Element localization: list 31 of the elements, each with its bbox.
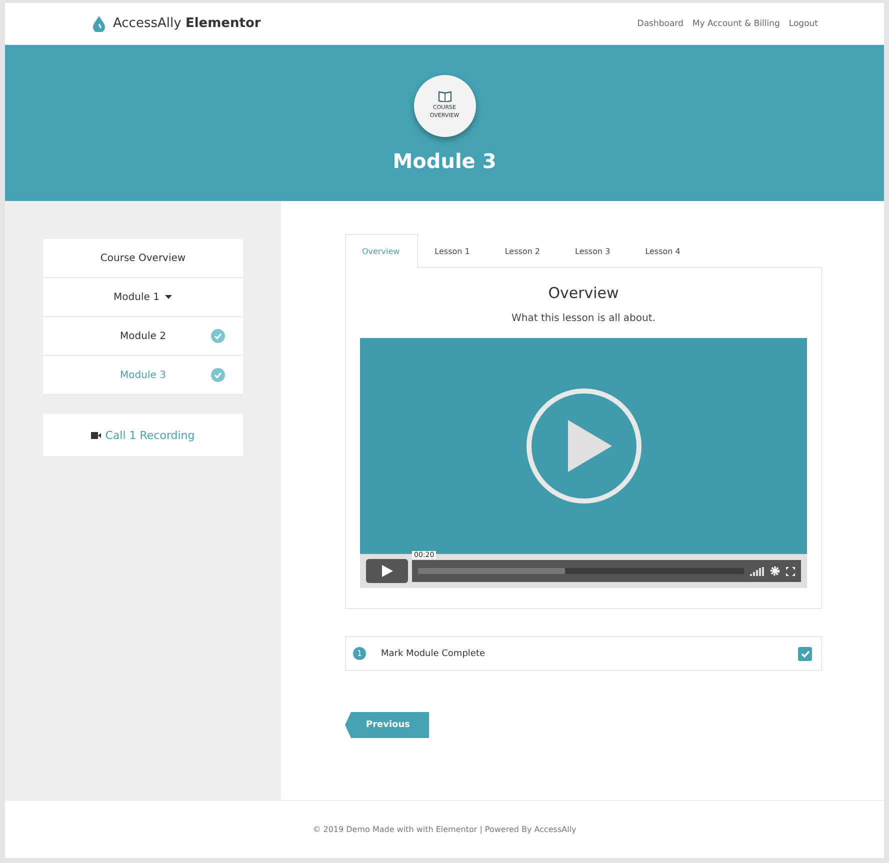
nav-link[interactable]: Dashboard: [637, 18, 684, 28]
settings-icon: [770, 566, 780, 576]
drop-logo-icon: [93, 16, 105, 32]
fullscreen-icon: [786, 566, 795, 576]
lesson-title: Overview: [548, 284, 619, 302]
play-button[interactable]: [366, 559, 408, 583]
caret-icon: [165, 295, 172, 299]
sidebar-item[interactable]: Module 2: [43, 317, 243, 356]
nav-link[interactable]: My Account & Billing: [692, 18, 780, 28]
step-number: 1: [353, 647, 366, 660]
tab[interactable]: Lesson 1: [418, 234, 488, 268]
checkbox[interactable]: [798, 646, 812, 660]
play-icon: [381, 565, 393, 577]
page-title: Module 3: [392, 149, 496, 173]
sidebar-item[interactable]: Course Overview: [43, 239, 243, 278]
nav-link[interactable]: Logout: [788, 18, 818, 28]
footer-text: © 2019 Demo Made with with Elementor | Powered By AccessAlly: [5, 800, 884, 858]
tab[interactable]: Lesson 3: [558, 234, 628, 268]
check-circle-icon: [211, 368, 225, 382]
check-icon: [800, 650, 810, 658]
sidebar-item[interactable]: Module 1: [43, 278, 243, 317]
book-icon: [438, 91, 452, 102]
video-camera-icon: [91, 432, 102, 438]
tab[interactable]: Lesson 2: [488, 234, 558, 268]
tab[interactable]: Lesson 4: [628, 234, 698, 268]
play-icon: [526, 388, 642, 504]
volume-icon: [750, 566, 764, 576]
brand-name: AccessAlly Elementor: [113, 16, 261, 31]
lesson-description: What this lesson is all about.: [512, 313, 656, 324]
checklist-label: Mark Module Complete: [381, 648, 486, 658]
check-circle-icon: [211, 329, 225, 343]
